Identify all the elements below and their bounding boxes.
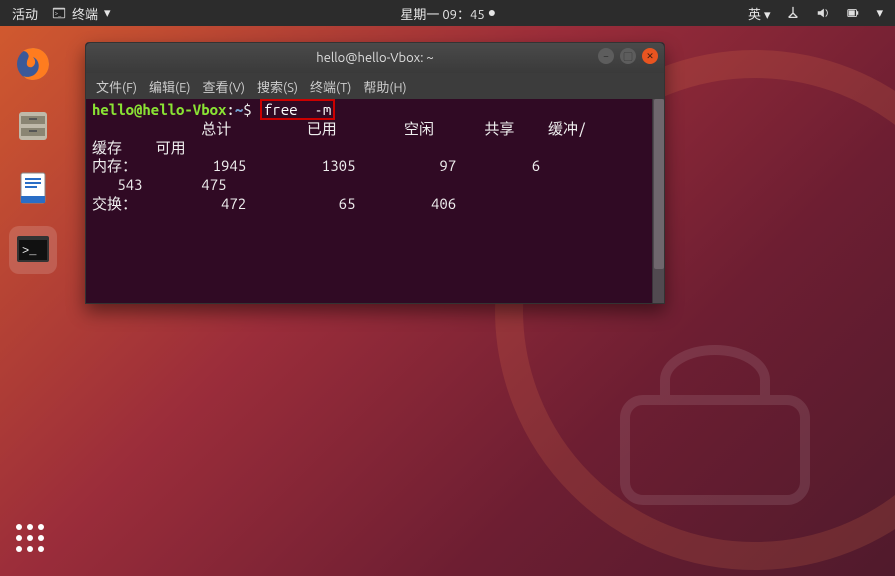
- dock-files[interactable]: [9, 102, 57, 150]
- dock-firefox[interactable]: [9, 40, 57, 88]
- scrollbar-thumb[interactable]: [654, 99, 664, 269]
- battery-icon[interactable]: [846, 6, 860, 20]
- output-header: 总计 已用 空闲 共享 缓冲/: [92, 120, 586, 137]
- network-icon[interactable]: [786, 6, 800, 20]
- ime-caret: ▾: [764, 8, 771, 22]
- firefox-icon: [13, 44, 53, 84]
- prompt-dollar: $: [243, 101, 251, 118]
- menu-search[interactable]: 搜索(S): [257, 77, 298, 96]
- window-title: hello@hello-Vbox: ~: [316, 51, 433, 65]
- menu-view[interactable]: 查看(V): [203, 77, 245, 96]
- prompt-user: hello@hello-Vbox: [92, 101, 226, 118]
- current-app-caret: ▾: [104, 6, 111, 21]
- clock[interactable]: 星期一 09：45: [400, 4, 494, 23]
- maximize-button[interactable]: ▢: [620, 48, 636, 64]
- output-cache: 缓存 可用: [92, 139, 186, 156]
- output-swap: 交换： 472 65 406: [92, 195, 456, 212]
- dock-terminal[interactable]: >_: [9, 226, 57, 274]
- terminal-icon: >_: [52, 6, 66, 20]
- document-icon: [13, 168, 53, 208]
- svg-text:>_: >_: [55, 11, 62, 18]
- current-app[interactable]: >_ 终端 ▾: [52, 4, 111, 23]
- launcher-dock: >_: [0, 26, 66, 274]
- output-mem: 内存： 1945 1305 97 6: [92, 157, 582, 174]
- terminal-app-icon: >_: [13, 230, 53, 270]
- terminal-scrollbar[interactable]: [652, 99, 664, 303]
- menu-file[interactable]: 文件(F): [96, 77, 137, 96]
- output-mem-wrap: 543 475: [92, 176, 226, 193]
- top-bar: 活动 >_ 终端 ▾ 星期一 09：45 英 ▾ ▾: [0, 0, 895, 26]
- prompt-sep: :: [226, 101, 234, 118]
- command-highlight: free -m: [260, 99, 335, 120]
- minimize-button[interactable]: –: [598, 48, 614, 64]
- terminal-output-area[interactable]: hello@hello-Vbox:~$ free -m 总计 已用 空闲 共享 …: [86, 99, 664, 303]
- dock-writer[interactable]: [9, 164, 57, 212]
- svg-text:>_: >_: [22, 244, 37, 258]
- notification-dot: [489, 10, 495, 16]
- menu-bar: 文件(F) 编辑(E) 查看(V) 搜索(S) 终端(T) 帮助(H): [86, 73, 664, 99]
- terminal-window: hello@hello-Vbox: ~ – ▢ ✕ 文件(F) 编辑(E) 查看…: [85, 42, 665, 304]
- prompt-path: ~: [235, 101, 243, 118]
- current-app-label: 终端: [72, 4, 98, 23]
- power-menu[interactable]: ▾: [876, 6, 883, 21]
- ime-label: 英: [748, 8, 761, 22]
- volume-icon[interactable]: [816, 6, 830, 20]
- clock-text: 星期一 09：45: [400, 4, 484, 23]
- menu-terminal[interactable]: 终端(T): [310, 77, 351, 96]
- ime-indicator[interactable]: 英 ▾: [748, 4, 771, 23]
- close-button[interactable]: ✕: [642, 48, 658, 64]
- wallpaper-lock-shape: [615, 340, 835, 510]
- menu-help[interactable]: 帮助(H): [363, 77, 406, 96]
- menu-edit[interactable]: 编辑(E): [149, 77, 190, 96]
- titlebar[interactable]: hello@hello-Vbox: ~ – ▢ ✕: [86, 43, 664, 73]
- activities-button[interactable]: 活动: [12, 4, 38, 23]
- file-cabinet-icon: [13, 106, 53, 146]
- show-applications[interactable]: [16, 524, 44, 552]
